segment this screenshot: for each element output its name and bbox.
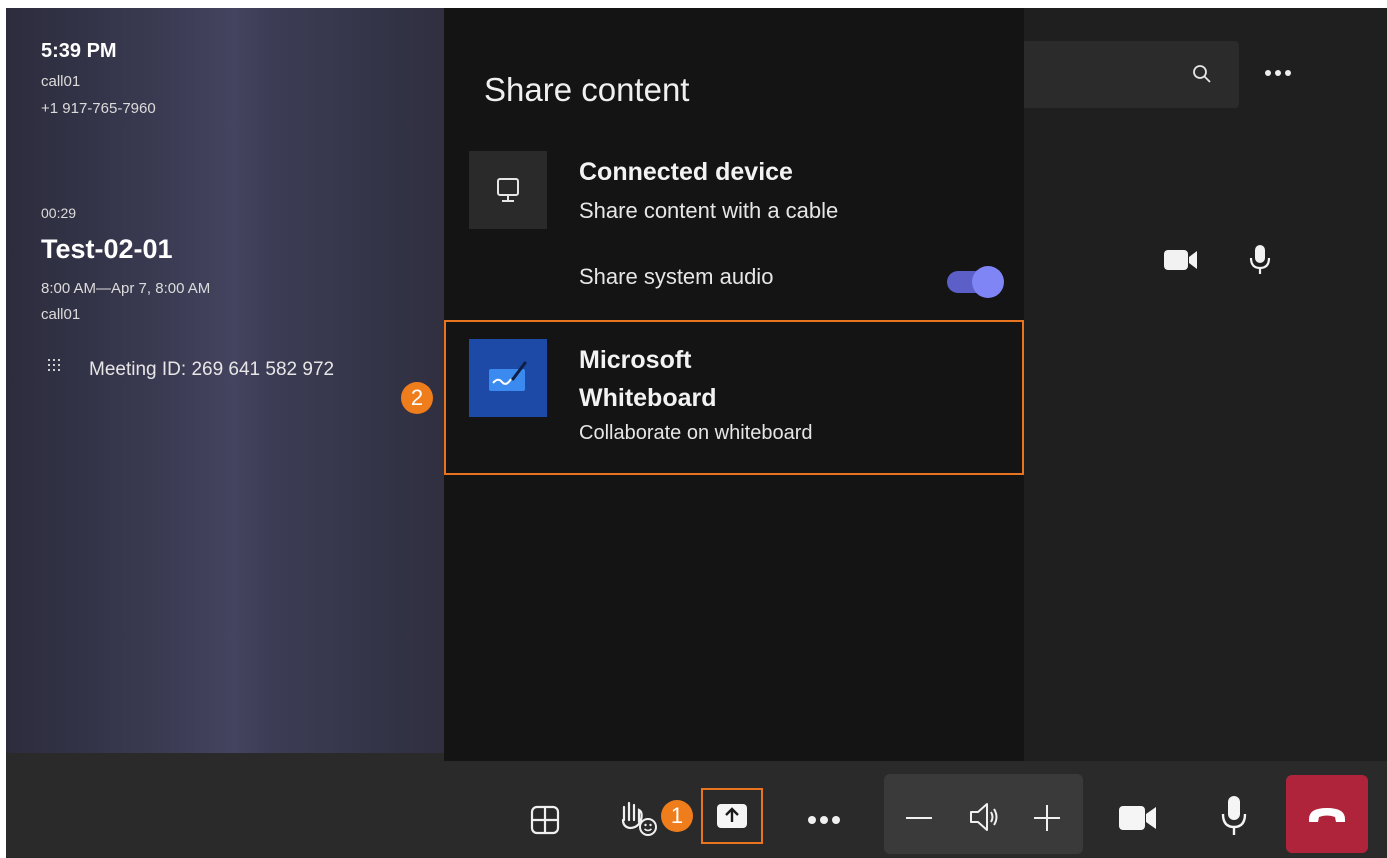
whiteboard-subtitle: Collaborate on whiteboard	[579, 422, 813, 444]
teams-room-screen: 5:39 PM call01 +1 917-765-7960 00:29 Tes…	[6, 8, 1387, 858]
search-icon[interactable]	[1192, 64, 1212, 84]
share-tray-icon[interactable]	[714, 800, 750, 832]
connected-device-tile[interactable]	[469, 151, 547, 229]
share-panel-title: Share content	[484, 71, 690, 108]
system-audio-toggle[interactable]	[947, 266, 1004, 298]
panel-divider	[6, 753, 446, 761]
layout-grid-icon[interactable]	[528, 803, 562, 837]
dialpad-icon	[48, 359, 62, 373]
hang-up-icon	[1309, 808, 1345, 822]
caller-name: call01	[41, 73, 81, 90]
connected-device-title[interactable]: Connected device	[579, 156, 793, 188]
callout-badge-2: 2	[401, 382, 433, 414]
call-control-bar	[6, 761, 1387, 858]
call-elapsed: 00:29	[41, 205, 77, 221]
meeting-info-panel: 5:39 PM call01 +1 917-765-7960 00:29 Tes…	[6, 8, 446, 753]
toggle-knob	[972, 266, 1004, 298]
system-audio-label: Share system audio	[579, 264, 774, 289]
whiteboard-title-line2[interactable]: Whiteboard	[579, 382, 717, 414]
connected-device-subtitle: Share content with a cable	[579, 198, 839, 223]
meeting-title: Test-02-01	[41, 234, 173, 264]
raise-hand-icon[interactable]	[616, 796, 660, 840]
meeting-id-value: 269 641 582 972	[191, 359, 335, 380]
microphone-toggle-icon[interactable]	[1220, 794, 1248, 838]
camera-toggle-icon[interactable]	[1118, 803, 1158, 833]
volume-up-icon[interactable]	[1031, 802, 1063, 834]
share-content-panel: Share content Connected device Share con…	[444, 8, 1024, 774]
speaker-icon	[970, 803, 998, 831]
meeting-id: Meeting ID: 269 641 582 972	[89, 359, 334, 381]
clock-time: 5:39 PM	[41, 40, 117, 62]
monitor-icon	[497, 178, 519, 202]
whiteboard-icon	[489, 361, 527, 391]
meeting-organizer: call01	[41, 306, 81, 323]
caller-number: +1 917-765-7960	[41, 100, 156, 117]
meeting-time: 8:00 AM—Apr 7, 8:00 AM	[41, 280, 211, 297]
camera-icon	[1164, 250, 1197, 270]
whiteboard-title-line1[interactable]: Microsoft	[579, 344, 692, 376]
more-options-icon[interactable]	[1264, 68, 1292, 78]
meeting-id-label: Meeting ID:	[89, 359, 192, 380]
volume-down-icon[interactable]	[903, 802, 935, 834]
end-call-button[interactable]	[1286, 775, 1368, 853]
callout-badge-1: 1	[661, 800, 693, 832]
microphone-icon	[1249, 245, 1271, 274]
whiteboard-tile[interactable]	[469, 339, 547, 417]
more-actions-icon[interactable]	[806, 814, 842, 826]
